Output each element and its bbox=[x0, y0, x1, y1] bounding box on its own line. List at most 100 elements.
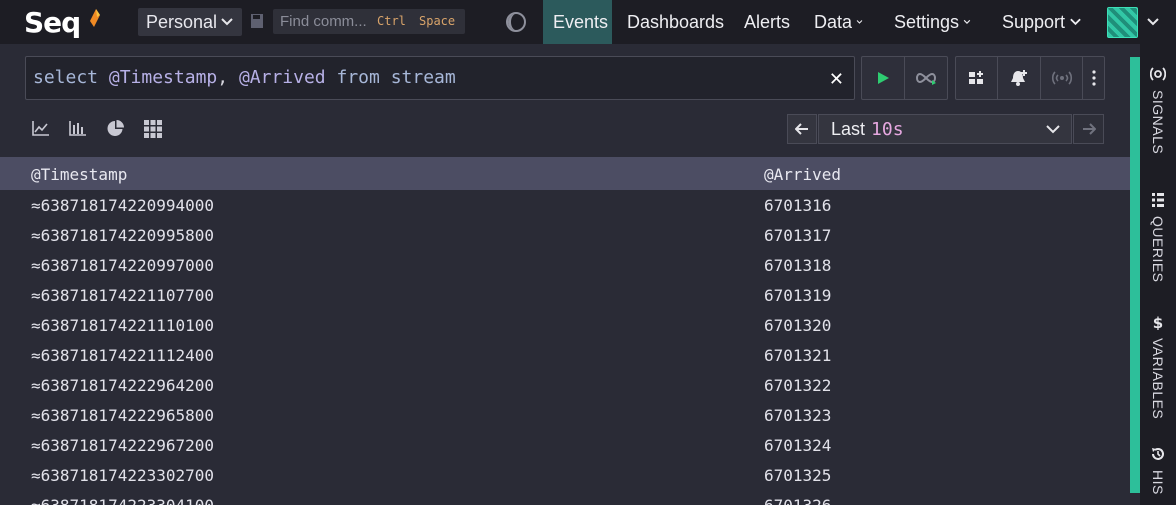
find-command-input[interactable]: Find comm... Ctrl Space bbox=[273, 9, 465, 34]
table-row[interactable]: ≈638718174221112400 6701321 bbox=[0, 340, 1130, 370]
timestamp-cell: ≈638718174220995800 bbox=[31, 226, 215, 245]
time-range-select[interactable]: Last 10s bbox=[818, 114, 1072, 144]
line-chart-icon[interactable] bbox=[32, 120, 50, 136]
table-row[interactable]: ≈638718174220997000 6701318 bbox=[0, 250, 1130, 280]
heatmap-icon[interactable] bbox=[144, 120, 162, 138]
sidebar-item-his[interactable]: HIS bbox=[1140, 446, 1176, 495]
add-alert-button[interactable] bbox=[998, 57, 1041, 99]
dollar-icon: $ bbox=[1153, 314, 1163, 330]
query-property: @Timestamp bbox=[108, 67, 218, 88]
seq-logo[interactable]: Seq bbox=[24, 6, 81, 39]
range-next-button[interactable] bbox=[1073, 114, 1104, 144]
nav-label: Data bbox=[814, 11, 853, 32]
table-row[interactable]: ≈638718174222964200 6701322 bbox=[0, 370, 1130, 400]
arrived-cell: 6701318 bbox=[764, 256, 832, 275]
table-row[interactable]: ≈638718174222967200 6701324 bbox=[0, 430, 1130, 460]
find-placeholder: Find comm... bbox=[280, 13, 367, 30]
timestamp-cell: ≈638718174221112400 bbox=[31, 346, 215, 365]
nav-label: Support bbox=[1002, 11, 1066, 32]
nav-alerts[interactable]: Alerts bbox=[734, 0, 800, 44]
clear-query-button[interactable]: ✕ bbox=[829, 69, 844, 90]
svg-text:$: $ bbox=[1153, 314, 1163, 330]
query-comma: , bbox=[217, 67, 229, 88]
sidebar-item-label: VARIABLES bbox=[1150, 338, 1166, 420]
nav-label: Dashboards bbox=[627, 11, 725, 32]
workspace-selector[interactable]: Personal bbox=[138, 8, 242, 36]
column-header-arrived[interactable]: @Arrived bbox=[764, 165, 841, 184]
arrived-cell: 6701317 bbox=[764, 226, 832, 245]
nav-support[interactable]: Support bbox=[992, 0, 1092, 44]
bar-chart-icon[interactable] bbox=[69, 120, 87, 136]
tools-button-group bbox=[955, 56, 1105, 100]
timestamp-cell: ≈638718174223304100 bbox=[31, 496, 214, 505]
theme-toggle-icon[interactable] bbox=[505, 11, 527, 33]
sidebar-item-variables[interactable]: $ VARIABLES bbox=[1140, 314, 1176, 419]
chevron-down-icon[interactable] bbox=[1146, 15, 1160, 29]
run-query-button[interactable] bbox=[862, 57, 905, 99]
table-row[interactable]: ≈638718174223302700 6701325 bbox=[0, 460, 1130, 490]
nav-label: Alerts bbox=[744, 11, 791, 32]
arrived-cell: 6701322 bbox=[764, 376, 832, 395]
tail-button[interactable] bbox=[905, 57, 948, 99]
timestamp-cell: ≈638718174221107700 bbox=[31, 286, 215, 305]
nav-label: Events bbox=[553, 11, 609, 32]
add-signal-button[interactable] bbox=[1041, 57, 1084, 99]
arrived-cell: 6701320 bbox=[764, 316, 832, 335]
query-keyword: from bbox=[336, 67, 380, 88]
arrived-cell: 6701321 bbox=[764, 346, 832, 365]
range-value: 10s bbox=[871, 118, 904, 140]
chevron-down-icon bbox=[1070, 18, 1081, 26]
kebab-menu-icon bbox=[1092, 70, 1096, 86]
table-row[interactable]: ≈638718174222965800 6701323 bbox=[0, 400, 1130, 430]
table-row[interactable]: ≈638718174223304100 6701326 bbox=[0, 490, 1130, 505]
nav-label: Settings bbox=[894, 11, 960, 32]
history-icon bbox=[1152, 448, 1164, 460]
workspace-label: Personal bbox=[146, 11, 218, 32]
arrived-cell: 6701325 bbox=[764, 466, 832, 485]
infinity-icon bbox=[915, 72, 936, 85]
arrived-cell: 6701326 bbox=[764, 496, 831, 505]
play-icon bbox=[877, 72, 889, 84]
chevron-down-icon bbox=[1046, 125, 1060, 134]
kbd-space: Space bbox=[419, 14, 456, 28]
more-menu-button[interactable] bbox=[1083, 57, 1104, 99]
queries-icon bbox=[1152, 193, 1164, 207]
sidebar-item-queries[interactable]: QUERIES bbox=[1140, 192, 1176, 283]
timestamp-cell: ≈638718174221110100 bbox=[31, 316, 215, 335]
sidebar-item-signals[interactable]: SIGNALS bbox=[1140, 66, 1176, 154]
arrived-cell: 6701324 bbox=[764, 436, 832, 455]
arrived-cell: 6701316 bbox=[764, 196, 832, 215]
add-to-dashboard-button[interactable] bbox=[956, 57, 999, 99]
table-row[interactable]: ≈638718174220995800 6701317 bbox=[0, 220, 1130, 250]
right-sidebar: SIGNALS QUERIES $ VARIABLES HIS bbox=[1140, 44, 1176, 505]
table-row[interactable]: ≈638718174221107700 6701319 bbox=[0, 280, 1130, 310]
user-avatar[interactable] bbox=[1107, 7, 1138, 38]
timestamp-cell: ≈638718174222965800 bbox=[31, 406, 215, 425]
nav-data[interactable]: Data bbox=[804, 0, 873, 44]
chevron-down-icon bbox=[221, 18, 233, 26]
nav-dashboards[interactable]: Dashboards bbox=[617, 0, 730, 44]
sidebar-item-label: SIGNALS bbox=[1150, 90, 1166, 155]
query-input[interactable]: select @Timestamp, @Arrived from stream … bbox=[25, 56, 855, 100]
table-row[interactable]: ≈638718174220994000 6701316 bbox=[0, 190, 1130, 220]
chevron-down-icon bbox=[963, 19, 971, 24]
dashboard-add-icon bbox=[968, 71, 983, 84]
pie-chart-icon[interactable] bbox=[107, 120, 124, 137]
table-row[interactable]: ≈638718174221110100 6701320 bbox=[0, 310, 1130, 340]
column-header-timestamp[interactable]: @Timestamp bbox=[31, 165, 127, 184]
results-table-body: ≈638718174220994000 6701316 ≈6387181742209… bbox=[0, 190, 1130, 505]
nav-settings[interactable]: Settings bbox=[884, 0, 981, 44]
nav-events[interactable]: Events bbox=[543, 0, 612, 44]
save-icon[interactable] bbox=[250, 13, 264, 29]
timestamp-cell: ≈638718174222964200 bbox=[31, 376, 215, 395]
top-bar: Seq Personal Find comm... Ctrl Space Eve… bbox=[0, 0, 1176, 44]
timestamp-cell: ≈638718174220997000 bbox=[31, 256, 215, 275]
arrived-cell: 6701323 bbox=[764, 406, 832, 425]
sidebar-accent-bar bbox=[1130, 57, 1140, 493]
results-table-header: @Timestamp @Arrived bbox=[0, 157, 1130, 190]
range-previous-button[interactable] bbox=[787, 114, 817, 144]
sidebar-item-label: HIS bbox=[1150, 470, 1166, 495]
run-button-group bbox=[861, 56, 948, 100]
arrow-right-icon bbox=[1082, 123, 1096, 135]
range-prefix: Last bbox=[831, 118, 866, 139]
